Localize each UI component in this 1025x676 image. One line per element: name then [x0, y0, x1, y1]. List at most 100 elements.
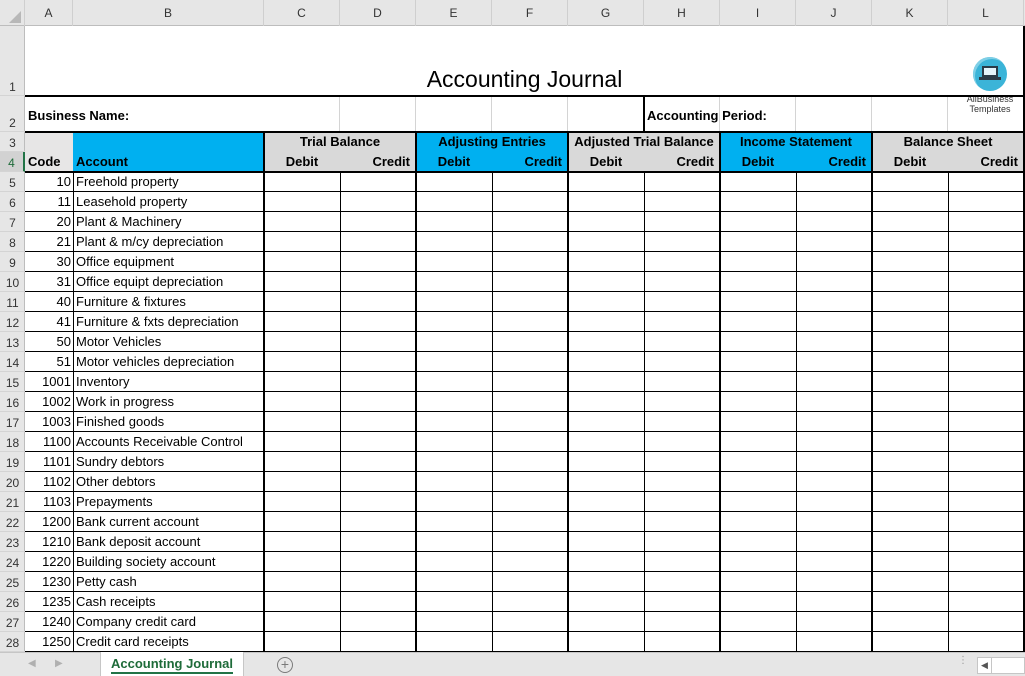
debit-amount-cell[interactable]	[416, 572, 492, 592]
credit-amount-cell[interactable]	[340, 372, 416, 392]
row-header-16[interactable]: 16	[0, 392, 25, 412]
debit-amount-cell[interactable]	[416, 332, 492, 352]
account-header[interactable]: Account	[76, 152, 128, 172]
row-header-12[interactable]: 12	[0, 312, 25, 332]
credit-amount-cell[interactable]	[340, 432, 416, 452]
credit-amount-cell[interactable]	[492, 512, 568, 532]
account-code-cell[interactable]: 51	[25, 352, 73, 372]
debit-amount-cell[interactable]	[872, 372, 948, 392]
credit-amount-cell[interactable]	[492, 312, 568, 332]
credit-amount-cell[interactable]	[644, 412, 720, 432]
row-header-10[interactable]: 10	[0, 272, 25, 292]
credit-amount-cell[interactable]	[340, 632, 416, 652]
debit-amount-cell[interactable]	[872, 432, 948, 452]
debit-amount-cell[interactable]	[872, 552, 948, 572]
sheet-title[interactable]: Accounting Journal	[25, 62, 1024, 96]
row-header-7[interactable]: 7	[0, 212, 25, 232]
debit-amount-cell[interactable]	[264, 192, 340, 212]
credit-amount-cell[interactable]	[340, 392, 416, 412]
debit-amount-cell[interactable]	[568, 472, 644, 492]
row-header-1[interactable]: 1	[0, 26, 25, 96]
credit-amount-cell[interactable]	[340, 192, 416, 212]
account-code-cell[interactable]: 1001	[25, 372, 73, 392]
credit-amount-cell[interactable]	[796, 472, 872, 492]
account-name-cell[interactable]: Office equipt depreciation	[73, 272, 264, 292]
row-header-8[interactable]: 8	[0, 232, 25, 252]
column-header-f[interactable]: F	[492, 0, 568, 26]
credit-amount-cell[interactable]	[948, 572, 1024, 592]
credit-amount-cell[interactable]	[948, 372, 1024, 392]
debit-amount-cell[interactable]	[264, 512, 340, 532]
debit-amount-cell[interactable]	[416, 172, 492, 192]
account-code-cell[interactable]: 1230	[25, 572, 73, 592]
credit-amount-cell[interactable]	[948, 312, 1024, 332]
group-header-income-statement[interactable]: Income Statement	[720, 132, 872, 152]
account-code-cell[interactable]: 1101	[25, 452, 73, 472]
credit-amount-cell[interactable]	[796, 232, 872, 252]
debit-amount-cell[interactable]	[264, 572, 340, 592]
column-header-a[interactable]: A	[25, 0, 73, 26]
account-code-cell[interactable]: 11	[25, 192, 73, 212]
debit-amount-cell[interactable]	[264, 432, 340, 452]
debit-amount-cell[interactable]	[872, 312, 948, 332]
credit-amount-cell[interactable]	[948, 452, 1024, 472]
row-header-17[interactable]: 17	[0, 412, 25, 432]
business-name-label[interactable]: Business Name:	[28, 106, 129, 126]
account-name-cell[interactable]: Motor Vehicles	[73, 332, 264, 352]
credit-amount-cell[interactable]	[340, 512, 416, 532]
credit-amount-cell[interactable]	[644, 452, 720, 472]
row-header-24[interactable]: 24	[0, 552, 25, 572]
group-header-balance-sheet[interactable]: Balance Sheet	[872, 132, 1024, 152]
column-header-j[interactable]: J	[796, 0, 872, 26]
debit-amount-cell[interactable]	[568, 212, 644, 232]
debit-amount-cell[interactable]	[416, 252, 492, 272]
accounting-period-label[interactable]: Accounting Period:	[647, 106, 767, 126]
credit-amount-cell[interactable]	[796, 332, 872, 352]
credit-amount-cell[interactable]	[948, 272, 1024, 292]
credit-amount-cell[interactable]	[948, 552, 1024, 572]
debit-amount-cell[interactable]	[568, 552, 644, 572]
credit-amount-cell[interactable]	[340, 492, 416, 512]
account-code-cell[interactable]: 31	[25, 272, 73, 292]
debit-amount-cell[interactable]	[872, 352, 948, 372]
credit-amount-cell[interactable]	[948, 192, 1024, 212]
debit-header[interactable]: Debit	[872, 152, 948, 172]
column-header-g[interactable]: G	[568, 0, 644, 26]
credit-amount-cell[interactable]	[340, 252, 416, 272]
debit-amount-cell[interactable]	[264, 312, 340, 332]
credit-amount-cell[interactable]	[796, 372, 872, 392]
credit-amount-cell[interactable]	[492, 372, 568, 392]
credit-amount-cell[interactable]	[948, 392, 1024, 412]
credit-amount-cell[interactable]	[492, 612, 568, 632]
credit-amount-cell[interactable]	[644, 512, 720, 532]
debit-amount-cell[interactable]	[416, 452, 492, 472]
credit-amount-cell[interactable]	[340, 212, 416, 232]
column-header-l[interactable]: L	[948, 0, 1024, 26]
credit-amount-cell[interactable]	[948, 432, 1024, 452]
credit-amount-cell[interactable]	[796, 552, 872, 572]
debit-amount-cell[interactable]	[568, 232, 644, 252]
credit-amount-cell[interactable]	[948, 332, 1024, 352]
debit-amount-cell[interactable]	[872, 392, 948, 412]
credit-amount-cell[interactable]	[644, 332, 720, 352]
credit-header[interactable]: Credit	[340, 152, 416, 172]
credit-amount-cell[interactable]	[796, 572, 872, 592]
column-header-e[interactable]: E	[416, 0, 492, 26]
credit-amount-cell[interactable]	[644, 292, 720, 312]
row-header-2[interactable]: 2	[0, 96, 25, 132]
account-name-cell[interactable]: Bank deposit account	[73, 532, 264, 552]
debit-amount-cell[interactable]	[872, 512, 948, 532]
credit-amount-cell[interactable]	[644, 432, 720, 452]
credit-amount-cell[interactable]	[948, 252, 1024, 272]
code-header[interactable]: Code	[28, 152, 61, 172]
account-name-cell[interactable]: Office equipment	[73, 252, 264, 272]
debit-amount-cell[interactable]	[720, 212, 796, 232]
row-header-15[interactable]: 15	[0, 372, 25, 392]
credit-amount-cell[interactable]	[492, 212, 568, 232]
debit-amount-cell[interactable]	[872, 332, 948, 352]
credit-amount-cell[interactable]	[340, 552, 416, 572]
debit-amount-cell[interactable]	[720, 172, 796, 192]
account-code-cell[interactable]: 30	[25, 252, 73, 272]
business-name-field[interactable]	[264, 97, 642, 132]
debit-amount-cell[interactable]	[872, 252, 948, 272]
